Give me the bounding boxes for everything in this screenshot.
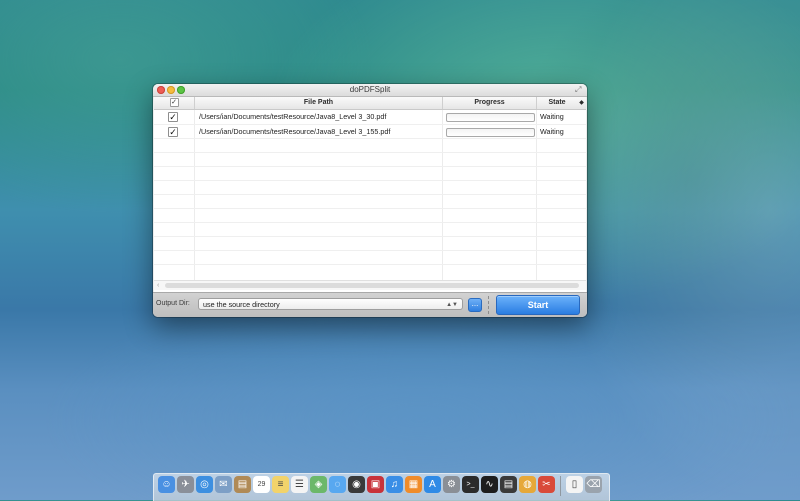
file-path-cell: /Users/ian/Documents/testResource/Java8_… [199,127,391,136]
row-checkbox[interactable]: ✓ [168,127,178,137]
row-divider [154,236,586,237]
activity-monitor-icon[interactable]: ∿ [481,476,498,493]
toolbar-separator [488,296,490,314]
file-path-cell: /Users/ian/Documents/testResource/Java8_… [199,112,387,121]
column-options-icon[interactable]: ◆ [577,97,586,109]
state-cell: Waiting [540,112,564,121]
window-title: doPDFSplit [349,85,391,94]
terminal-icon[interactable]: >_ [462,476,479,493]
row-divider [154,250,586,251]
app-store-icon[interactable]: A [424,476,441,493]
title-bar[interactable]: doPDFSplit ⤢ [153,84,587,97]
dopdfsplit-window: doPDFSplit ⤢ ✓ File Path Progress State … [153,84,587,317]
select-all-checkbox[interactable]: ✓ [169,97,179,107]
progress-column-header[interactable]: Progress [443,97,537,109]
state-cell: Waiting [540,127,564,136]
scrollbar-thumb[interactable] [165,283,579,288]
output-dir-value: use the source directory [203,300,280,309]
output-dir-label: Output Dir: [156,300,190,307]
reminders-icon[interactable]: ☰ [291,476,308,493]
document-icon[interactable]: ▯ [566,476,583,493]
row-divider [154,208,586,209]
dock: ☺ ✈ ◎ ✉ ▤ 29 ≡ ☰ ◈ ◌ ◉ ▣ ♫ ▦ A ⚙ >_ ∿ ▤ ◍ ✂ ▯ ⌫ [153,473,610,501]
table-row[interactable]: ✓ /Users/ian/Documents/testResource/Java… [154,110,586,124]
start-button[interactable]: Start [496,295,580,315]
fullscreen-icon[interactable]: ⤢ [575,86,583,94]
row-divider [154,166,586,167]
file-table: ✓ File Path Progress State ◆ ✓ /Users/ia… [154,97,586,292]
table-row[interactable]: ✓ /Users/ian/Documents/testResource/Java… [154,125,586,139]
state-column-header[interactable]: State [537,97,577,109]
finder-icon[interactable]: ☺ [158,476,175,493]
horizontal-scrollbar[interactable]: ‹ [154,280,586,290]
mail-icon[interactable]: ✉ [215,476,232,493]
row-divider [154,152,586,153]
ibooks-icon[interactable]: ▦ [405,476,422,493]
progress-bar [446,113,535,122]
row-divider [154,194,586,195]
table-body: ✓ /Users/ian/Documents/testResource/Java… [154,110,586,280]
bottom-toolbar: Output Dir: use the source directory ▲▼ … [153,292,587,317]
browse-folder-button[interactable]: ... [468,298,482,312]
calendar-icon[interactable]: 29 [253,476,270,493]
launchpad-icon[interactable]: ✈ [177,476,194,493]
notes-icon[interactable]: ≡ [272,476,289,493]
dock-icons: ☺ ✈ ◎ ✉ ▤ 29 ≡ ☰ ◈ ◌ ◉ ▣ ♫ ▦ A ⚙ >_ ∿ ▤ ◍ ✂ ▯ ⌫ [158,476,602,498]
facetime-icon[interactable]: ◉ [348,476,365,493]
messages-icon[interactable]: ◌ [329,476,346,493]
dopdfsplit-icon[interactable]: ✂ [538,476,555,493]
row-checkbox[interactable]: ✓ [168,112,178,122]
chrome-icon[interactable]: ◍ [519,476,536,493]
system-preferences-icon[interactable]: ⚙ [443,476,460,493]
maps-icon[interactable]: ◈ [310,476,327,493]
row-divider [154,222,586,223]
table-header: ✓ File Path Progress State ◆ [154,97,586,110]
safari-icon[interactable]: ◎ [196,476,213,493]
console-icon[interactable]: ▤ [500,476,517,493]
scroll-left-icon[interactable]: ‹ [157,281,159,290]
row-divider [154,180,586,181]
row-divider [154,264,586,265]
select-arrows-icon: ▲▼ [446,302,458,308]
contacts-icon[interactable]: ▤ [234,476,251,493]
photo-booth-icon[interactable]: ▣ [367,476,384,493]
output-dir-select[interactable]: use the source directory ▲▼ [198,298,463,310]
progress-bar [446,128,535,137]
file-path-column-header[interactable]: File Path [195,97,443,109]
select-all-column-header[interactable]: ✓ [154,97,195,109]
trash-icon[interactable]: ⌫ [585,476,602,493]
dock-divider [560,476,561,496]
itunes-icon[interactable]: ♫ [386,476,403,493]
